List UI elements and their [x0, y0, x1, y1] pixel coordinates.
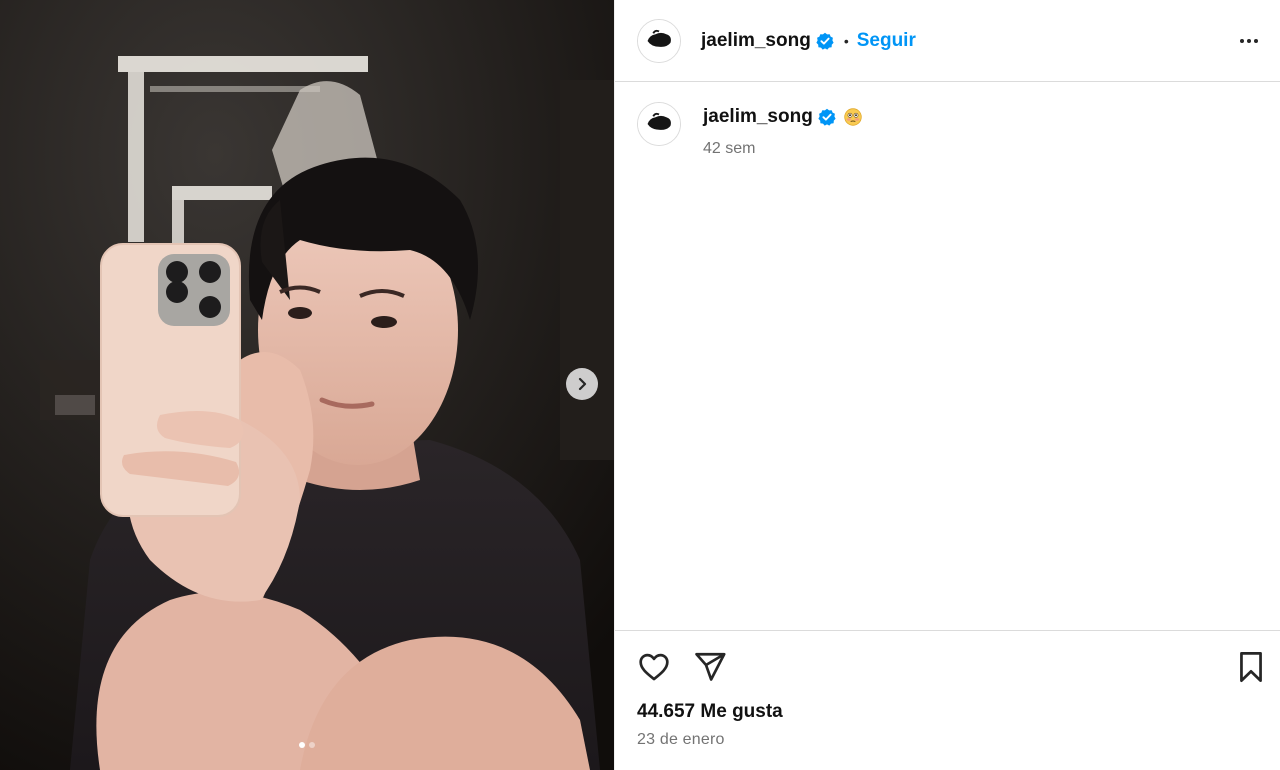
likes-count[interactable]: 44.657 Me gusta — [637, 701, 1266, 723]
like-button[interactable] — [637, 650, 671, 684]
post-photo — [0, 0, 614, 770]
verified-badge-icon — [816, 32, 834, 50]
chevron-right-icon — [578, 377, 587, 391]
verified-badge-icon — [818, 108, 836, 126]
caption-username[interactable]: jaelim_song — [703, 106, 813, 128]
avatar-image — [638, 19, 680, 62]
separator-dot: • — [843, 32, 849, 49]
carousel-dot-active — [299, 742, 305, 748]
bookmark-icon — [1240, 652, 1262, 682]
caption-time-ago[interactable]: 42 sem — [703, 140, 862, 158]
carousel-next-button[interactable] — [566, 368, 598, 400]
avatar-image — [638, 103, 680, 145]
carousel-indicator — [0, 742, 614, 748]
more-options-icon[interactable] — [1236, 33, 1262, 49]
author-username[interactable]: jaelim_song — [701, 30, 811, 52]
share-button[interactable] — [693, 650, 727, 684]
post-actions: 44.657 Me gusta 23 de enero — [615, 630, 1280, 770]
caption-emoji — [844, 108, 862, 126]
heart-icon — [639, 653, 669, 681]
post-side-panel: jaelim_song • Seguir jaelim_song 42 sem … — [614, 0, 1280, 770]
flushed-face-icon — [844, 108, 862, 126]
caption: jaelim_song 42 sem — [637, 102, 1258, 158]
post-header: jaelim_song • Seguir — [615, 0, 1280, 82]
action-bar — [637, 649, 1266, 685]
follow-button[interactable]: Seguir — [857, 30, 916, 52]
paper-plane-icon — [695, 652, 726, 681]
caption-avatar[interactable] — [637, 102, 681, 146]
save-button[interactable] — [1236, 650, 1266, 684]
comments-area: jaelim_song 42 sem — [615, 82, 1280, 630]
avatar[interactable] — [637, 18, 681, 63]
carousel-dot — [309, 742, 315, 748]
post-dialog: jaelim_song • Seguir jaelim_song 42 sem … — [0, 0, 1280, 770]
post-media — [0, 0, 614, 770]
post-date: 23 de enero — [637, 731, 725, 748]
